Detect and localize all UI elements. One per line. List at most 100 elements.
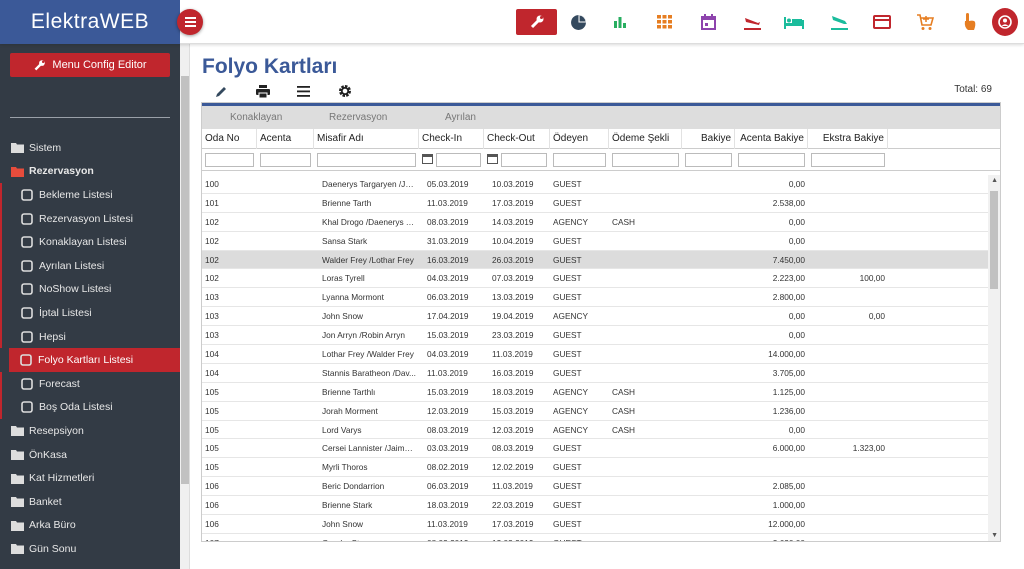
sidebar-item-kat-hizmetleri[interactable]: Kat Hizmetleri [0,466,180,490]
user-profile-button[interactable] [992,8,1018,36]
calendar-icon[interactable] [422,153,433,167]
list-button[interactable] [297,84,338,98]
calendar-icon[interactable] [487,153,498,167]
column-header[interactable]: Acenta [257,129,314,149]
hamburger-menu-button[interactable] [177,9,203,35]
table-row[interactable]: 103 John Snow 17.04.2019 19.04.2019 AGENCY 0,… [202,307,988,327]
filter-input[interactable] [738,152,805,167]
sidebar-item-konaklayan-listesi[interactable]: Konaklayan Listesi [0,230,180,254]
table-row[interactable]: 102 Khal Drogo /Daenerys T... 08.03.2019 14… [202,213,988,232]
table-row[interactable]: 105 Lord Varys 08.03.2019 12.03.2019 AGENCY C… [202,421,988,440]
sidebar-item-resepsiyon[interactable]: Resepsiyon [0,419,180,443]
folder-open-icon [11,166,25,177]
sidebar-item-label: Ayrılan Listesi [39,259,105,272]
column-header[interactable]: Ekstra Bakiye [808,129,888,149]
table-row[interactable]: 103 Lyanna Mormont 06.03.2019 13.03.2019 GUE… [202,288,988,308]
filter-input[interactable] [205,152,254,167]
sidebar-item--nkasa[interactable]: ÖnKasa [0,443,180,467]
table-row[interactable]: 104 Lothar Frey /Walder Frey 04.03.2019 11.… [202,345,988,364]
sidebar-item-ayr-lan-listesi[interactable]: Ayrılan Listesi [0,253,180,278]
column-header[interactable]: Acenta Bakiye [735,129,808,149]
filter-input[interactable] [553,152,606,167]
filter-input[interactable] [436,152,481,167]
filter-input[interactable] [260,152,311,167]
sidebar-item-sistem[interactable]: Sistem [0,136,180,160]
settings-button[interactable] [338,84,379,98]
table-cell: 11.03.2019 [427,367,468,378]
toolbar-touch-button[interactable] [960,9,978,35]
toolbar-departure-button[interactable] [741,9,763,35]
group-tab-konaklayan[interactable]: Konaklayan [230,112,282,123]
group-tab-rezervasyon[interactable]: Rezervasyon [329,112,387,123]
toolbar-card-button[interactable] [872,9,892,35]
table-cell: 07.03.2019 [492,273,534,284]
table-row[interactable]: 104 Stannis Baratheon /Dav... 11.03.2019 16… [202,364,988,383]
table-cell: 0,00 [788,216,805,227]
edit-button[interactable] [215,84,256,98]
filter-input[interactable] [612,152,679,167]
table-row[interactable]: 103 Jon Arryn /Robin Arryn 15.03.2019 23.03… [202,326,988,346]
sidebar-item-label: Forecast [39,377,80,390]
sidebar-item-arka-b-ro[interactable]: Arka Büro [0,514,180,538]
sidebar-item-rezervasyon[interactable]: Rezervasyon [0,160,180,184]
filter-input[interactable] [501,152,547,167]
table-row[interactable]: 106 Beric Dondarrion 06.03.2019 11.03.2019 G… [202,477,988,497]
table-row[interactable]: 105 Brienne Tarthlı 15.03.2019 18.03.2019 AG… [202,383,988,402]
table-row[interactable]: 102 Sansa Stark 31.03.2019 10.04.2019 GUEST 0… [202,232,988,251]
folder-icon [11,496,25,508]
table-cell: 3.705,00 [772,367,805,378]
grid-scrollbar-thumb[interactable] [990,191,998,289]
toolbar-calendar-button[interactable] [699,9,717,35]
column-header[interactable]: Bakiye [682,129,735,149]
sidebar-item-i-ptal-listesi[interactable]: İptal Listesi [0,301,180,325]
scroll-down-arrow-icon[interactable]: ▼ [991,532,998,539]
print-button[interactable] [256,84,297,98]
sidebar-scrollbar-thumb[interactable] [181,76,189,484]
filter-input[interactable] [811,152,885,167]
table-row[interactable]: 100 Daenerys Targaryen /Jon... 05.03.2019 1… [202,175,988,194]
toolbar-bar-chart-button[interactable] [611,9,629,35]
toolbar-arrival-button[interactable] [828,9,850,35]
column-header[interactable]: Ödeyen [550,129,609,149]
table-cell: 18.03.2019 [427,500,469,511]
sidebar-item-forecast[interactable]: Forecast [0,371,180,396]
column-header[interactable]: Check-Out [484,129,550,149]
table-cell: 08.03.2019 [427,216,469,227]
menu-config-editor-button[interactable]: Menu Config Editor [10,53,170,77]
table-row[interactable]: 102 Walder Frey /Lothar Frey 16.03.2019 26.… [202,250,988,270]
table-row[interactable]: 107 Gendry Stone08.03.201912.03.2019GUEST… [202,534,988,541]
table-cell: 08.02.2019 [427,462,469,473]
sidebar-item-banket[interactable]: Banket [0,490,180,514]
table-cell: 06.03.2019 [427,292,469,303]
filter-input[interactable] [317,152,416,167]
column-header[interactable]: Oda No [202,129,257,149]
table-row[interactable]: 105 Myrli Thoros 08.02.2019 12.02.2019 GUEST [202,458,988,478]
column-header[interactable]: Misafir Adı [314,129,419,149]
column-header[interactable]: Ödeme Şekli [609,129,682,149]
table-row[interactable]: 106 Brienne Stark 18.03.2019 22.03.2019 GUES… [202,496,988,516]
table-row[interactable]: 102 Loras Tyrell 04.03.2019 07.03.2019 GUEST… [202,269,988,289]
sidebar-item-bo-oda-listesi[interactable]: Boş Oda Listesi [0,395,180,420]
toolbar-cart-button[interactable] [915,9,935,35]
table-row[interactable]: 105 Cersei Lannister /Jaime L... 03.03.201… [202,439,988,459]
cancel-icon [21,307,35,319]
table-row[interactable]: 105 Jorah Morment 12.03.2019 15.03.2019 AGEN… [202,402,988,421]
sidebar-item-noshow-listesi[interactable]: NoShow Listesi [0,277,180,302]
scroll-up-arrow-icon[interactable]: ▲ [991,177,998,184]
filter-input[interactable] [685,152,732,167]
sidebar-item-label: Sistem [29,141,62,154]
toolbar-grid-button[interactable] [655,9,673,35]
sidebar-item-g-n-sonu[interactable]: Gün Sonu [0,537,180,561]
table-cell: 17.04.2019 [427,311,469,322]
sidebar-item-bekleme-listesi[interactable]: Bekleme Listesi [0,183,180,207]
sidebar-item-hepsi[interactable]: Hepsi [0,324,180,349]
table-row[interactable]: 106 John Snow 11.03.2019 17.03.2019 GUEST 12.… [202,515,988,534]
toolbar-bed-button[interactable] [783,9,805,35]
sidebar-item-rezervasyon-listesi[interactable]: Rezervasyon Listesi [0,206,180,231]
column-header[interactable]: Check-In [419,129,484,149]
table-row[interactable]: 101 Brienne Tarth 11.03.2019 17.03.2019 GUES… [202,194,988,213]
toolbar-pie-chart-button[interactable] [568,9,588,35]
toolbar-wrench-button[interactable] [516,9,557,35]
sidebar-item-folyo-kartlar-listesi[interactable]: Folyo Kartları Listesi [9,348,180,372]
group-tab-ayrilan[interactable]: Ayrılan [445,112,476,123]
